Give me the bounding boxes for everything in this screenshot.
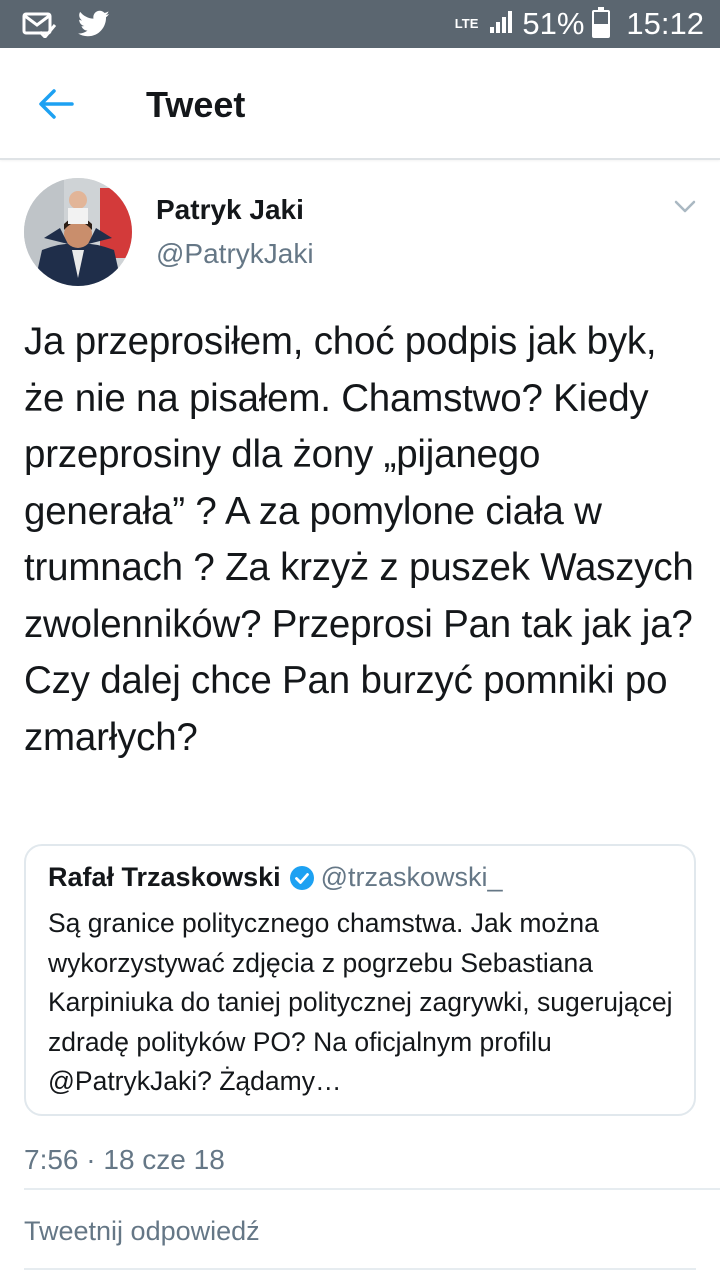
app-bar: Tweet [0, 48, 720, 160]
quoted-tweet-header: Rafał Trzaskowski @trzaskowski_ [48, 862, 503, 893]
battery-icon [592, 7, 611, 38]
page-title: Tweet [146, 84, 246, 125]
battery-percent: 51% [522, 6, 585, 41]
twitter-bird-icon [77, 10, 110, 43]
network-type: LTE [454, 16, 479, 31]
reply-input[interactable]: Tweetnij odpowiedź [24, 1216, 260, 1247]
tweet-timestamp: 7:56 · 18 cze 18 [24, 1144, 225, 1175]
divider [24, 1268, 696, 1270]
author-name[interactable]: Patryk Jaki [156, 194, 304, 226]
verified-badge-icon [289, 865, 315, 891]
quoted-tweet[interactable]: Rafał Trzaskowski @trzaskowski_ Są grani… [24, 844, 696, 1116]
mail-check-icon [22, 10, 57, 43]
avatar[interactable] [24, 178, 132, 286]
status-bar: LTE 51% 15:12 [0, 0, 720, 48]
arrow-left-icon[interactable] [36, 84, 76, 124]
chevron-down-icon[interactable] [672, 196, 698, 216]
clock: 15:12 [626, 6, 704, 41]
tweet-text: Ja przeprosiłem, choć podpis jak byk, że… [24, 320, 694, 759]
quoted-tweet-text: Są granice politycznego chamstwa. Jak mo… [48, 908, 673, 1096]
divider [24, 1188, 720, 1190]
signal-icon [488, 9, 514, 40]
quoted-author-name: Rafał Trzaskowski [48, 862, 281, 892]
quoted-author-handle: @trzaskowski_ [320, 862, 503, 892]
author-handle[interactable]: @PatrykJaki [156, 238, 314, 270]
